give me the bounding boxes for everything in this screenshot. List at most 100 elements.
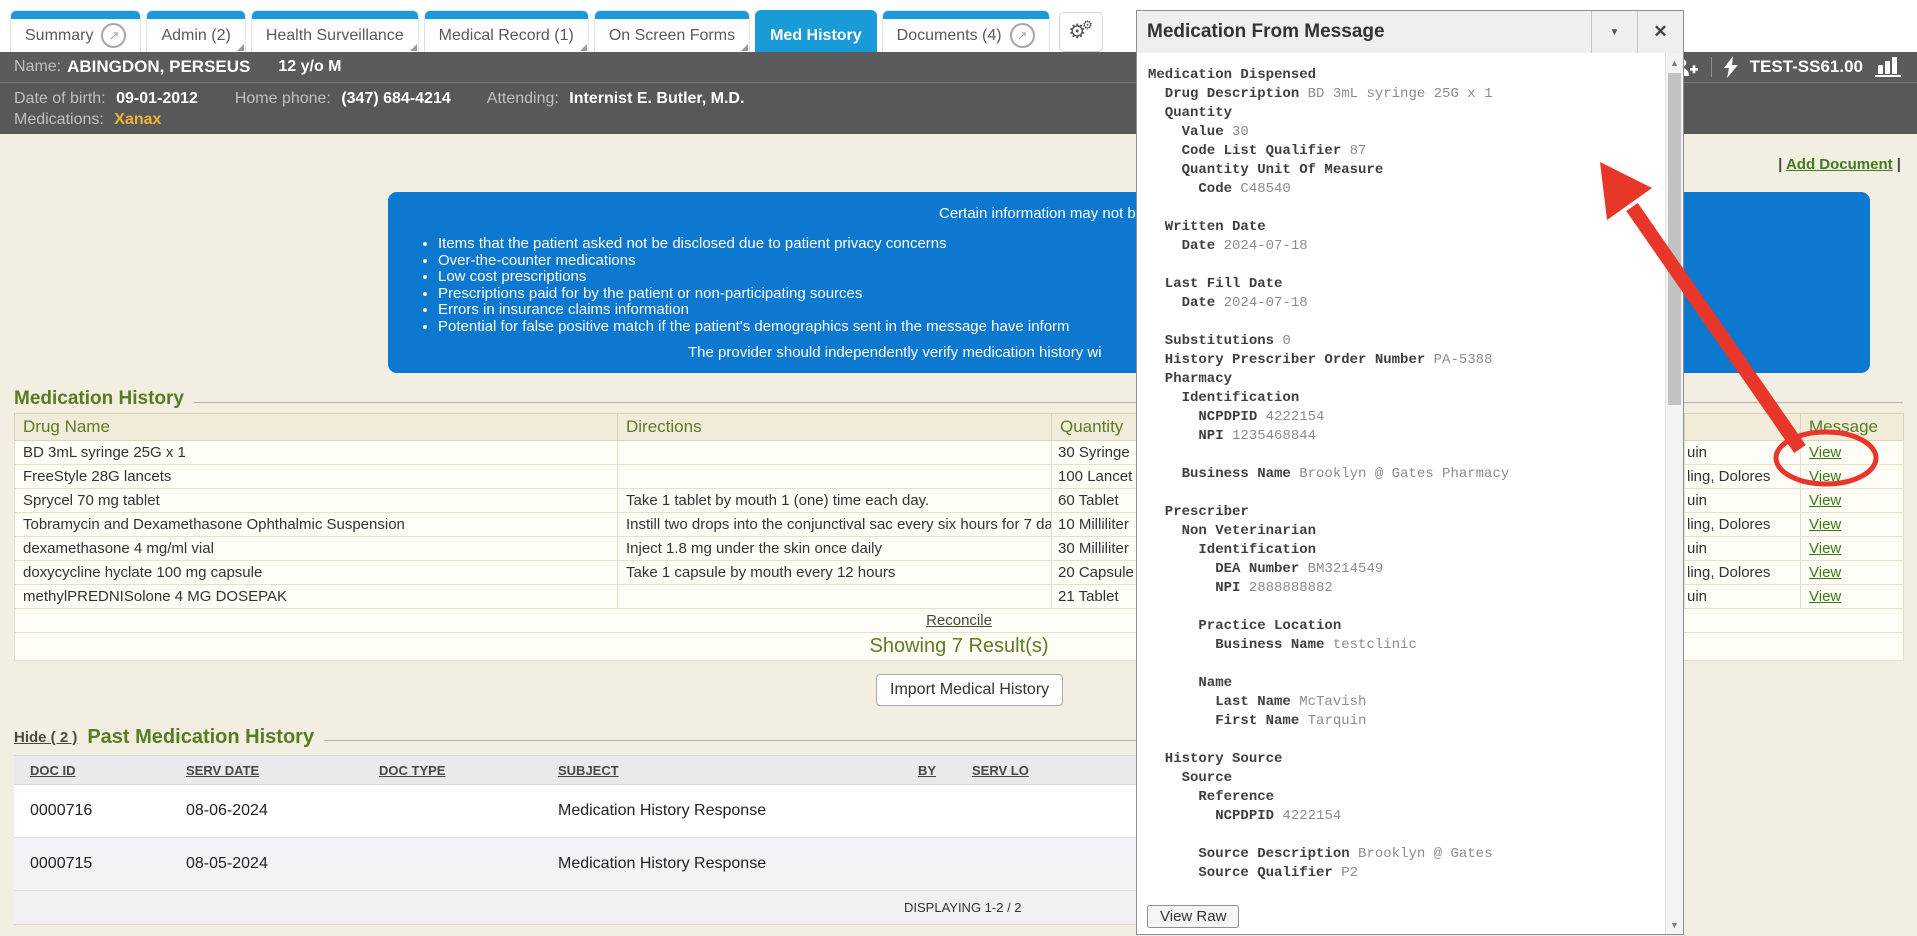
message-cell: View — [1801, 465, 1904, 489]
view-message-link[interactable]: View — [1809, 468, 1841, 485]
serv-date-cell: 08-06-2024 — [170, 785, 363, 838]
col-by[interactable]: BY — [902, 756, 956, 785]
close-icon: ✕ — [1653, 22, 1667, 42]
view-message-link[interactable]: View — [1809, 588, 1841, 605]
message-line: Date 2024-07-18 — [1148, 237, 1663, 256]
col-serv-date[interactable]: SERV DATE — [170, 756, 363, 785]
message-line: Business Name testclinic — [1148, 636, 1663, 655]
popout-circle-icon[interactable]: ↗ — [101, 23, 126, 48]
tab[interactable]: Health Surveillance — [251, 10, 419, 52]
message-line: Code C48540 — [1148, 180, 1663, 199]
tab-label: Medical Record (1) — [439, 27, 574, 45]
drug-name-cell: BD 3mL syringe 25G x 1 — [15, 441, 618, 465]
message-cell: View — [1801, 489, 1904, 513]
tab[interactable]: Summary ↗ — [10, 10, 141, 52]
phone-value: (347) 684-4214 — [341, 90, 450, 107]
scroll-up-icon[interactable]: ▲ — [1666, 54, 1683, 71]
drug-name-cell: methylPREDNISolone 4 MG DOSEPAK — [15, 585, 618, 609]
tab[interactable]: On Screen Forms — [594, 10, 750, 52]
subject-cell: Medication History Response — [542, 838, 902, 891]
collapse-button[interactable]: ▼ — [1591, 11, 1637, 53]
notice-bullet: Low cost prescriptions — [438, 269, 1070, 286]
message-line: NCPDPID 4222154 — [1148, 408, 1663, 427]
station-id: TEST-SS61.00 — [1750, 57, 1863, 77]
prescriber-fragment-cell: ling, Dolores — [1685, 561, 1801, 585]
view-message-link[interactable]: View — [1809, 540, 1841, 557]
prescriber-fragment-cell: uin — [1685, 441, 1801, 465]
prescriber-fragment-cell: ling, Dolores — [1685, 465, 1801, 489]
drug-name-cell: FreeStyle 28G lancets — [15, 465, 618, 489]
message-line: Business Name Brooklyn @ Gates Pharmacy — [1148, 465, 1663, 484]
message-line: Last Fill Date — [1148, 275, 1663, 294]
tab-label: Documents (4) — [897, 27, 1002, 45]
message-line — [1148, 484, 1663, 503]
bar-chart-icon[interactable] — [1875, 56, 1903, 78]
message-line: History Source — [1148, 750, 1663, 769]
ehr-screen: Summary ↗ Admin (2) Health Surveillance … — [0, 0, 1917, 936]
col-hidden-prescriber — [1685, 414, 1801, 441]
caret-down-icon: ▼ — [1610, 27, 1620, 38]
medications-label: Medications: — [14, 111, 104, 128]
tab[interactable]: Documents (4) ↗ — [882, 10, 1050, 52]
notice-bullet: Items that the patient asked not be disc… — [438, 236, 1070, 253]
dob-value: 09-01-2012 — [116, 90, 198, 107]
message-line: Name — [1148, 674, 1663, 693]
lightning-icon[interactable] — [1724, 56, 1738, 78]
directions-cell: Take 1 capsule by mouth every 12 hours — [618, 561, 1052, 585]
tab-label: Summary — [25, 27, 93, 45]
col-drug-name[interactable]: Drug Name — [15, 414, 618, 441]
phone-label: Home phone: — [235, 90, 331, 107]
view-raw-button[interactable]: View Raw — [1147, 905, 1239, 928]
message-detail-text: Medication Dispensed Drug Description BD… — [1148, 66, 1663, 883]
col-doc-type[interactable]: DOC TYPE — [363, 756, 542, 785]
col-subject[interactable]: SUBJECT — [542, 756, 902, 785]
message-line: Identification — [1148, 541, 1663, 560]
add-document-link[interactable]: Add Document — [1786, 156, 1893, 173]
reconcile-link[interactable]: Reconcile — [926, 612, 992, 629]
message-line — [1148, 199, 1663, 218]
message-line: Substitutions 0 — [1148, 332, 1663, 351]
by-cell — [902, 838, 956, 891]
subject-cell: Medication History Response — [542, 785, 902, 838]
message-line — [1148, 826, 1663, 845]
col-directions[interactable]: Directions — [618, 414, 1052, 441]
message-line: Value 30 — [1148, 123, 1663, 142]
view-message-link[interactable]: View — [1809, 492, 1841, 509]
tab[interactable]: Admin (2) — [146, 10, 245, 52]
past-history-title: Past Medication History — [87, 726, 314, 749]
message-line: NCPDPID 4222154 — [1148, 807, 1663, 826]
directions-cell — [618, 465, 1052, 489]
view-message-link[interactable]: View — [1809, 564, 1841, 581]
col-doc-id[interactable]: DOC ID — [14, 756, 170, 785]
tab-corner-fold-icon — [410, 44, 417, 51]
message-line: Quantity — [1148, 104, 1663, 123]
settings-button[interactable]: ⚙ ⚙ — [1059, 12, 1103, 52]
message-line: Source Description Brooklyn @ Gates — [1148, 845, 1663, 864]
notice-bullet: Errors in insurance claims information — [438, 302, 1070, 319]
tab[interactable]: Medical Record (1) — [424, 10, 589, 52]
view-message-link[interactable]: View — [1809, 444, 1841, 461]
view-message-link[interactable]: View — [1809, 516, 1841, 533]
col-message[interactable]: Message — [1801, 414, 1904, 441]
message-cell: View — [1801, 441, 1904, 465]
attending-label: Attending: — [487, 90, 559, 107]
message-line: Last Name McTavish — [1148, 693, 1663, 712]
popout-circle-icon[interactable]: ↗ — [1010, 23, 1035, 48]
medication-from-message-dialog: Medication From Message ▼ ✕ Medication D… — [1136, 10, 1684, 935]
dialog-title-bar[interactable]: Medication From Message ▼ ✕ — [1137, 11, 1683, 54]
medications-value[interactable]: Xanax — [114, 111, 161, 128]
doc-id-cell: 0000716 — [14, 785, 170, 838]
scroll-down-icon[interactable]: ▼ — [1666, 916, 1683, 933]
medication-history-title: Medication History — [14, 388, 184, 410]
hide-link[interactable]: Hide ( 2 ) — [14, 729, 77, 746]
tab[interactable]: Med History — [755, 10, 877, 52]
message-line: Reference — [1148, 788, 1663, 807]
doc-id-cell: 0000715 — [14, 838, 170, 891]
scrollbar-thumb[interactable] — [1668, 73, 1681, 405]
serv-date-cell: 08-05-2024 — [170, 838, 363, 891]
tab-corner-fold-icon — [741, 44, 748, 51]
import-medical-history-button[interactable]: Import Medical History — [876, 674, 1063, 706]
close-button[interactable]: ✕ — [1637, 11, 1683, 53]
directions-cell: Inject 1.8 mg under the skin once daily — [618, 537, 1052, 561]
dialog-scrollbar[interactable]: ▲ ▼ — [1665, 53, 1683, 934]
